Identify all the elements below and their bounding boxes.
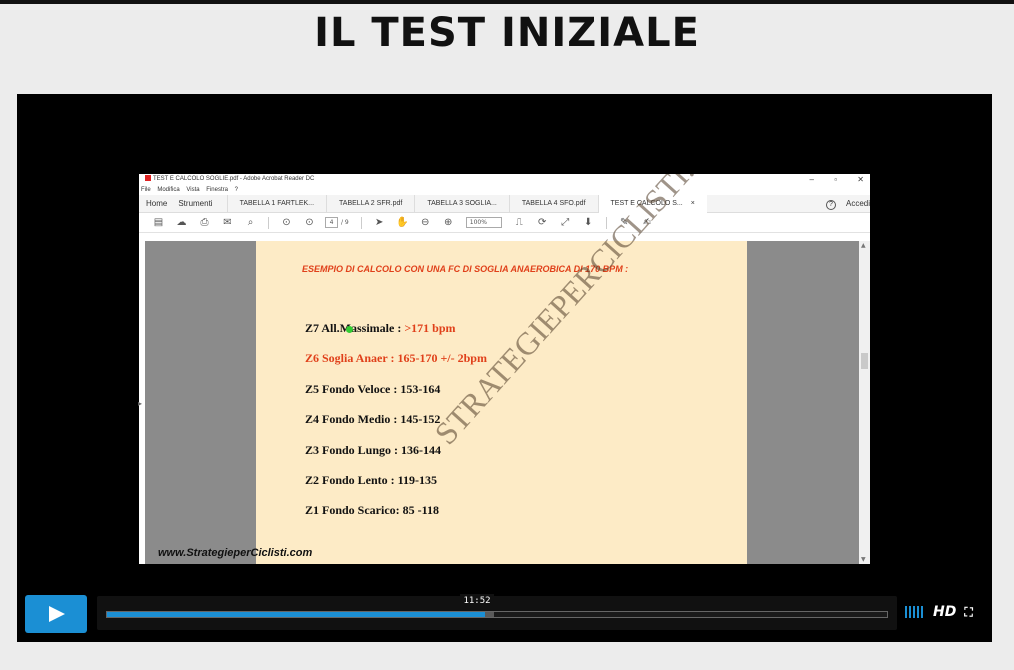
fullscreen-toggle-icon[interactable]: ⛶ — [964, 605, 972, 620]
volume-icon[interactable] — [905, 606, 925, 618]
progress-bar[interactable] — [97, 596, 897, 630]
rotate-icon[interactable]: ⟳ — [531, 217, 554, 228]
print-icon[interactable]: ⎙ — [193, 217, 216, 228]
window-controls: – ▫ ✕ — [792, 174, 864, 185]
top-border — [0, 0, 1014, 4]
sign-in-link[interactable]: Accedi — [846, 199, 870, 208]
search-icon[interactable]: ⌕ — [239, 217, 262, 228]
restore-icon[interactable]: ▫ — [834, 175, 837, 184]
menu-bar: File Modifica Vista Finestra ? — [139, 185, 870, 195]
zone-z4: Z4 Fondo Medio : 145-152 — [305, 412, 441, 426]
zoom-out-icon[interactable]: ⊖ — [414, 217, 437, 228]
menu-vista[interactable]: Vista — [186, 187, 199, 193]
zone-z6: Z6 Soglia Anaer : 165-170 +/- 2bpm — [305, 351, 487, 365]
tab-document[interactable]: TABELLA 4 SFO.pdf — [508, 194, 598, 213]
zoom-select[interactable]: 100% — [465, 217, 502, 228]
time-tooltip: 11:52 — [460, 594, 494, 609]
zoom-in-icon[interactable]: ⊕ — [437, 217, 460, 228]
help-icon[interactable]: ? — [825, 200, 836, 210]
video-controls: HD ⛶ — [25, 595, 984, 633]
cursor-marker — [346, 326, 353, 333]
close-icon[interactable]: ✕ — [857, 175, 864, 184]
page-up-icon[interactable]: ⊙ — [275, 217, 298, 228]
hd-toggle[interactable]: HD — [933, 604, 956, 620]
menu-file[interactable]: File — [141, 187, 151, 193]
scroll-down-icon[interactable]: ▼ — [861, 556, 866, 563]
menu-modifica[interactable]: Modifica — [157, 187, 179, 193]
account-area: ? Accedi — [825, 195, 870, 213]
video-player[interactable]: TEST E CALCOLO SOGLIE.pdf - Adobe Acroba… — [17, 94, 992, 642]
scroll-up-icon[interactable]: ▲ — [861, 242, 866, 249]
download-icon[interactable]: ⬇ — [577, 217, 600, 228]
window-titlebar: TEST E CALCOLO SOGLIE.pdf - Adobe Acroba… — [139, 174, 870, 185]
tab-close-icon[interactable]: × — [691, 200, 695, 207]
page-down-icon[interactable]: ⊙ — [298, 217, 321, 228]
toolbar-divider — [360, 216, 362, 229]
page-total: / 9 — [341, 219, 349, 226]
collapse-pane-icon[interactable]: ▸ — [138, 399, 142, 408]
menu-help[interactable]: ? — [235, 187, 238, 193]
vertical-scrollbar[interactable]: ▲ ▼ — [859, 241, 870, 564]
fit-page-icon[interactable]: ⎍ — [508, 217, 531, 228]
page-title: IL TEST INIZIALE — [314, 10, 700, 56]
menu-finestra[interactable]: Finestra — [206, 187, 228, 193]
website-footer: www.StrategieperCiclisti.com — [158, 547, 313, 559]
play-button[interactable] — [25, 595, 87, 633]
zone-label: Z7 All.Massimale : — [305, 321, 405, 335]
pdf-page: ESEMPIO DI CALCOLO CON UNA FC DI SOGLIA … — [256, 174, 750, 564]
acrobat-icon — [145, 175, 151, 181]
toolbar: ▤ ☁ ⎙ ✉ ⌕ ⊙ ⊙ 4 / 9 ➤ ✋ ⊖ ⊕ 100% ⎍ ⟳ ⤢ ⬇… — [139, 213, 870, 233]
tab-home[interactable]: Home — [139, 199, 174, 208]
page-number-input[interactable]: 4 — [325, 217, 338, 228]
save-icon[interactable]: ▤ — [147, 217, 170, 228]
played-range — [107, 612, 486, 617]
tab-document[interactable]: TABELLA 2 SFR.pdf — [326, 194, 414, 213]
scroll-thumb[interactable] — [861, 353, 868, 369]
hand-tool-icon[interactable]: ✋ — [391, 217, 414, 228]
zone-z1: Z1 Fondo Scarico: 85 -118 — [305, 503, 439, 517]
tab-tools[interactable]: Strumenti — [174, 199, 226, 208]
zone-z2: Z2 Fondo Lento : 119-135 — [305, 473, 438, 487]
tab-bar: Home Strumenti TABELLA 1 FARTLEK... TABE… — [139, 194, 870, 213]
minimize-icon[interactable]: – — [810, 175, 814, 184]
zone-z5: Z5 Fondo Veloce : 153-164 — [305, 382, 441, 396]
acrobat-window: TEST E CALCOLO SOGLIE.pdf - Adobe Acroba… — [139, 174, 870, 564]
zone-z3: Z3 Fondo Lungo : 136-144 — [305, 443, 442, 457]
fullscreen-icon[interactable]: ⤢ — [554, 217, 577, 228]
zone-z7: Z7 All.Massimale : >171 bpm — [305, 321, 456, 336]
player-right-controls: HD ⛶ — [905, 604, 973, 620]
progress-track[interactable] — [106, 611, 888, 618]
cloud-upload-icon[interactable]: ☁ — [170, 217, 193, 228]
tab-document[interactable]: TABELLA 3 SOGLIA... — [414, 194, 509, 213]
zone-value: >171 bpm — [404, 321, 456, 335]
toolbar-divider — [268, 216, 269, 229]
window-title: TEST E CALCOLO SOGLIE.pdf - Adobe Acroba… — [153, 176, 315, 182]
tab-document[interactable]: TABELLA 1 FARTLEK... — [226, 194, 326, 213]
document-viewer[interactable]: ESEMPIO DI CALCOLO CON UNA FC DI SOGLIA … — [139, 174, 870, 564]
mail-icon[interactable]: ✉ — [216, 217, 239, 228]
select-cursor-icon[interactable]: ➤ — [368, 217, 391, 228]
